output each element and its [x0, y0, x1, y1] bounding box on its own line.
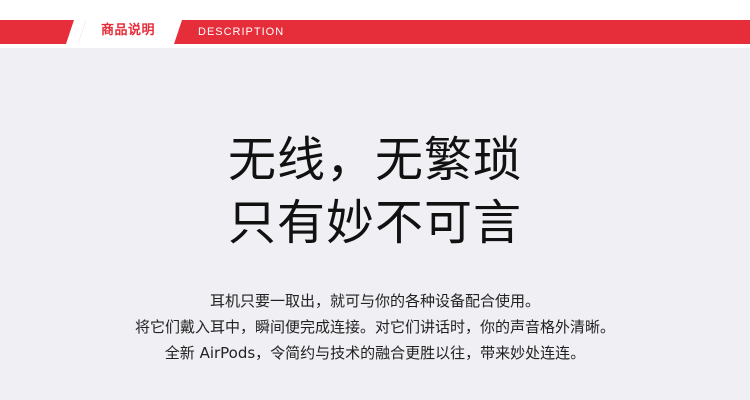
product-description-page: 商品说明 DESCRIPTION 无线，无繁琐 只有妙不可言 耳机只要一取出，就… [0, 0, 750, 400]
section-header-banner: 商品说明 DESCRIPTION [0, 0, 750, 48]
headline-line-1: 无线，无繁琐 [227, 132, 522, 188]
headline-line-2: 只有妙不可言 [227, 195, 522, 251]
banner-title-cn: 商品说明 [101, 23, 156, 38]
banner-left-wedge [0, 20, 74, 44]
description-line-3: 全新 AirPods，令简约与技术的融合更胜以往，带来妙处连连。 [164, 344, 586, 362]
description-line-1: 耳机只要一取出，就可与你的各种设备配合使用。 [209, 292, 540, 310]
description-line-2: 将它们戴入耳中，瞬间便完成连接。对它们讲话时，你的声音格外清晰。 [134, 318, 615, 336]
banner-title-en: DESCRIPTION [198, 26, 285, 38]
